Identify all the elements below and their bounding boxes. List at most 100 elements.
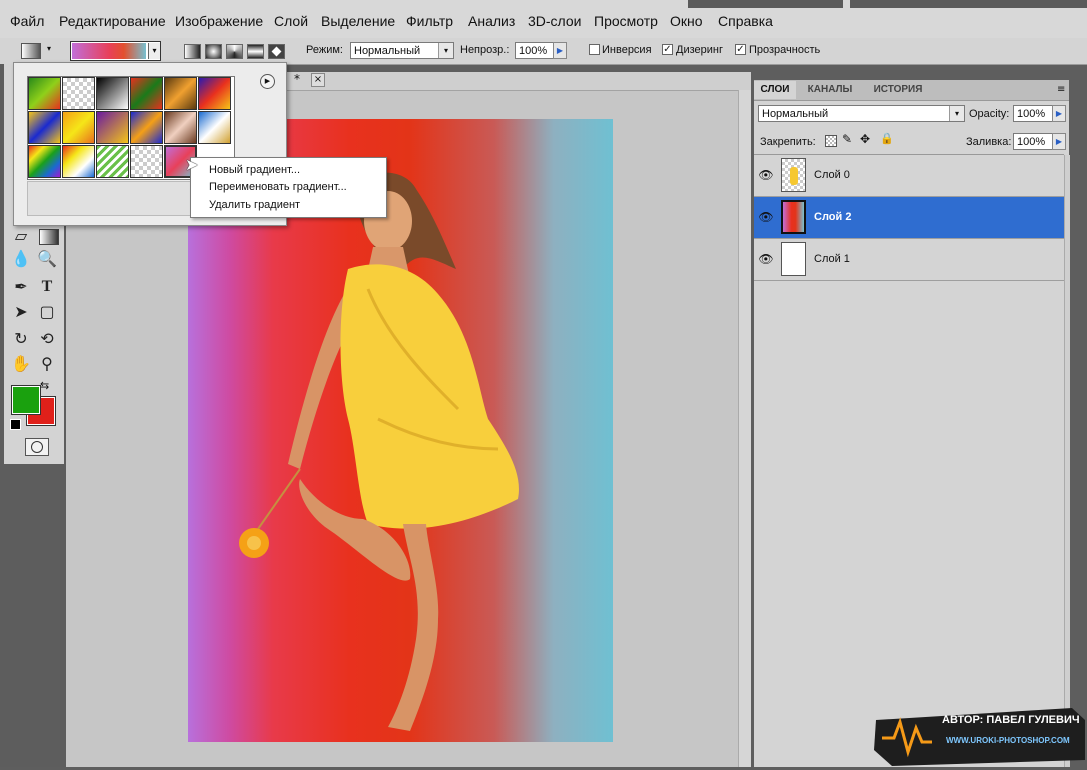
chevron-down-icon: ▾ (949, 106, 964, 121)
layer-row-0[interactable]: 👁 Слой 0 (754, 155, 1064, 197)
menu-item-delete-gradient[interactable]: Удалить градиент (209, 199, 300, 211)
dither-checkbox[interactable]: ✓ (662, 44, 673, 55)
swap-colors-icon[interactable]: ⇆ (40, 379, 49, 392)
layer-opacity-input[interactable]: 100% (1013, 105, 1053, 122)
layers-panel: СЛОИ КАНАЛЫ ИСТОРИЯ ≡ Нормальный ▾ Opaci… (754, 80, 1070, 767)
panel-menu-icon[interactable]: ≡ (1057, 84, 1065, 95)
gradient-swatch[interactable] (164, 77, 197, 110)
gradient-swatch[interactable] (28, 145, 61, 178)
blend-mode-select[interactable]: Нормальный ▾ (758, 105, 965, 122)
gradient-swatch[interactable] (96, 111, 129, 144)
layer-name[interactable]: Слой 1 (814, 253, 850, 265)
menu-item-rename-gradient[interactable]: Переименовать градиент... (209, 181, 347, 193)
reflected-gradient-button[interactable] (247, 44, 264, 59)
foreground-color-swatch[interactable] (11, 385, 41, 415)
opacity-input[interactable]: 100% (515, 42, 554, 59)
gradient-picker[interactable]: ▾ (70, 41, 161, 61)
title-strip-right (850, 0, 1087, 8)
menu-edit[interactable]: Редактирование (59, 13, 166, 29)
layer-thumbnail (781, 200, 806, 234)
tab-channels[interactable]: КАНАЛЫ (798, 81, 862, 99)
tool-preset-icon[interactable] (21, 43, 41, 59)
3d-orbit-icon[interactable]: ⟲ (36, 328, 58, 350)
lock-label: Закрепить: (760, 136, 816, 148)
eye-icon[interactable]: 👁 (758, 210, 774, 224)
reverse-label: Инверсия (602, 44, 652, 56)
watermark-logo: АВТОР: ПАВЕЛ ГУЛЕВИЧ WWW.UROKI-PHOTOSHOP… (872, 700, 1087, 767)
layer-opacity-arrow-icon[interactable]: ▶ (1052, 105, 1066, 122)
gradient-swatch[interactable] (62, 77, 95, 110)
gradient-swatch[interactable] (130, 77, 163, 110)
linear-gradient-button[interactable] (184, 44, 201, 59)
menu-3d[interactable]: 3D-слои (528, 13, 582, 29)
lock-all-icon[interactable]: 🔒 (880, 132, 894, 145)
tab-layers[interactable]: СЛОИ (754, 81, 796, 99)
zoom-icon[interactable]: ⚲ (36, 353, 58, 375)
dodge-icon[interactable]: 🔍 (36, 248, 58, 270)
gradient-swatch[interactable] (96, 145, 129, 178)
menu-layer[interactable]: Слой (274, 13, 308, 29)
default-colors-icon[interactable] (10, 419, 21, 430)
gradient-swatch[interactable] (164, 111, 197, 144)
angle-gradient-button[interactable] (226, 44, 243, 59)
pen-icon[interactable]: ✒ (10, 276, 32, 298)
gradient-swatch[interactable] (28, 111, 61, 144)
lock-transparency-icon[interactable] (825, 135, 837, 147)
vertical-scrollbar[interactable] (738, 90, 752, 767)
hand-icon[interactable]: ✋ (10, 353, 32, 375)
gradient-preview[interactable] (72, 43, 146, 59)
gradient-swatch[interactable] (28, 77, 61, 110)
layer-name[interactable]: Слой 2 (814, 211, 851, 223)
gradient-swatch[interactable] (62, 111, 95, 144)
blur-drop-icon[interactable]: 💧 (10, 248, 32, 270)
radial-gradient-button[interactable] (205, 44, 222, 59)
menu-view[interactable]: Просмотр (594, 13, 658, 29)
gradient-swatch[interactable] (198, 77, 231, 110)
menu-image[interactable]: Изображение (175, 13, 263, 29)
lock-brush-icon[interactable]: ✎ (842, 132, 852, 146)
eye-icon[interactable]: 👁 (758, 168, 774, 182)
layer-row-2[interactable]: 👁 Слой 1 (754, 239, 1064, 281)
layer-row-1-selected[interactable]: 👁 Слой 2 (754, 197, 1064, 239)
menu-select[interactable]: Выделение (321, 13, 395, 29)
menu-analysis[interactable]: Анализ (468, 13, 515, 29)
menu-window[interactable]: Окно (670, 13, 703, 29)
right-panel-dock: СЛОИ КАНАЛЫ ИСТОРИЯ ≡ Нормальный ▾ Opaci… (751, 72, 1087, 767)
fill-input[interactable]: 100% (1013, 133, 1053, 150)
preset-dropdown-icon[interactable]: ▾ (47, 44, 51, 53)
gradient-swatch[interactable] (198, 111, 231, 144)
opacity-label: Непрозр.: (460, 44, 510, 56)
menu-file[interactable]: Файл (10, 13, 44, 29)
shape-tool-icon[interactable]: ▢ (36, 301, 58, 323)
mode-select[interactable]: Нормальный ▾ (350, 42, 454, 59)
popup-menu-arrow-icon[interactable]: ▶ (260, 74, 275, 89)
title-strip (688, 0, 843, 8)
menu-item-new-gradient[interactable]: Новый градиент... (209, 164, 300, 176)
quick-mask-icon[interactable] (25, 438, 49, 456)
menu-help[interactable]: Справка (718, 13, 773, 29)
eye-icon[interactable]: 👁 (758, 252, 774, 266)
tab-history[interactable]: ИСТОРИЯ (864, 81, 932, 99)
diamond-gradient-button[interactable] (268, 44, 285, 59)
layer-opacity-label: Opacity: (969, 108, 1010, 120)
transparency-checkbox[interactable]: ✓ (735, 44, 746, 55)
type-tool-icon[interactable]: T (36, 276, 58, 298)
layer-name[interactable]: Слой 0 (814, 169, 850, 181)
layers-scrollbar[interactable] (1064, 155, 1070, 767)
gradient-context-menu: Новый градиент... Переименовать градиент… (190, 157, 387, 218)
gradient-swatch[interactable] (130, 145, 163, 178)
gradient-tool-icon[interactable] (39, 229, 59, 245)
path-select-icon[interactable]: ➤ (10, 301, 32, 323)
eraser-icon[interactable]: ▱ (10, 225, 32, 247)
gradient-swatch[interactable] (130, 111, 163, 144)
opacity-arrow-icon[interactable]: ▶ (553, 42, 567, 59)
fill-arrow-icon[interactable]: ▶ (1052, 133, 1066, 150)
reverse-checkbox[interactable] (589, 44, 600, 55)
gradient-swatch[interactable] (96, 77, 129, 110)
menu-filter[interactable]: Фильтр (406, 13, 453, 29)
close-tab-icon[interactable]: × (311, 73, 325, 87)
gradient-dropdown-icon[interactable]: ▾ (148, 43, 160, 59)
3d-rotate-icon[interactable]: ↻ (10, 328, 32, 350)
gradient-swatch[interactable] (62, 145, 95, 178)
lock-move-icon[interactable]: ✥ (860, 132, 870, 146)
